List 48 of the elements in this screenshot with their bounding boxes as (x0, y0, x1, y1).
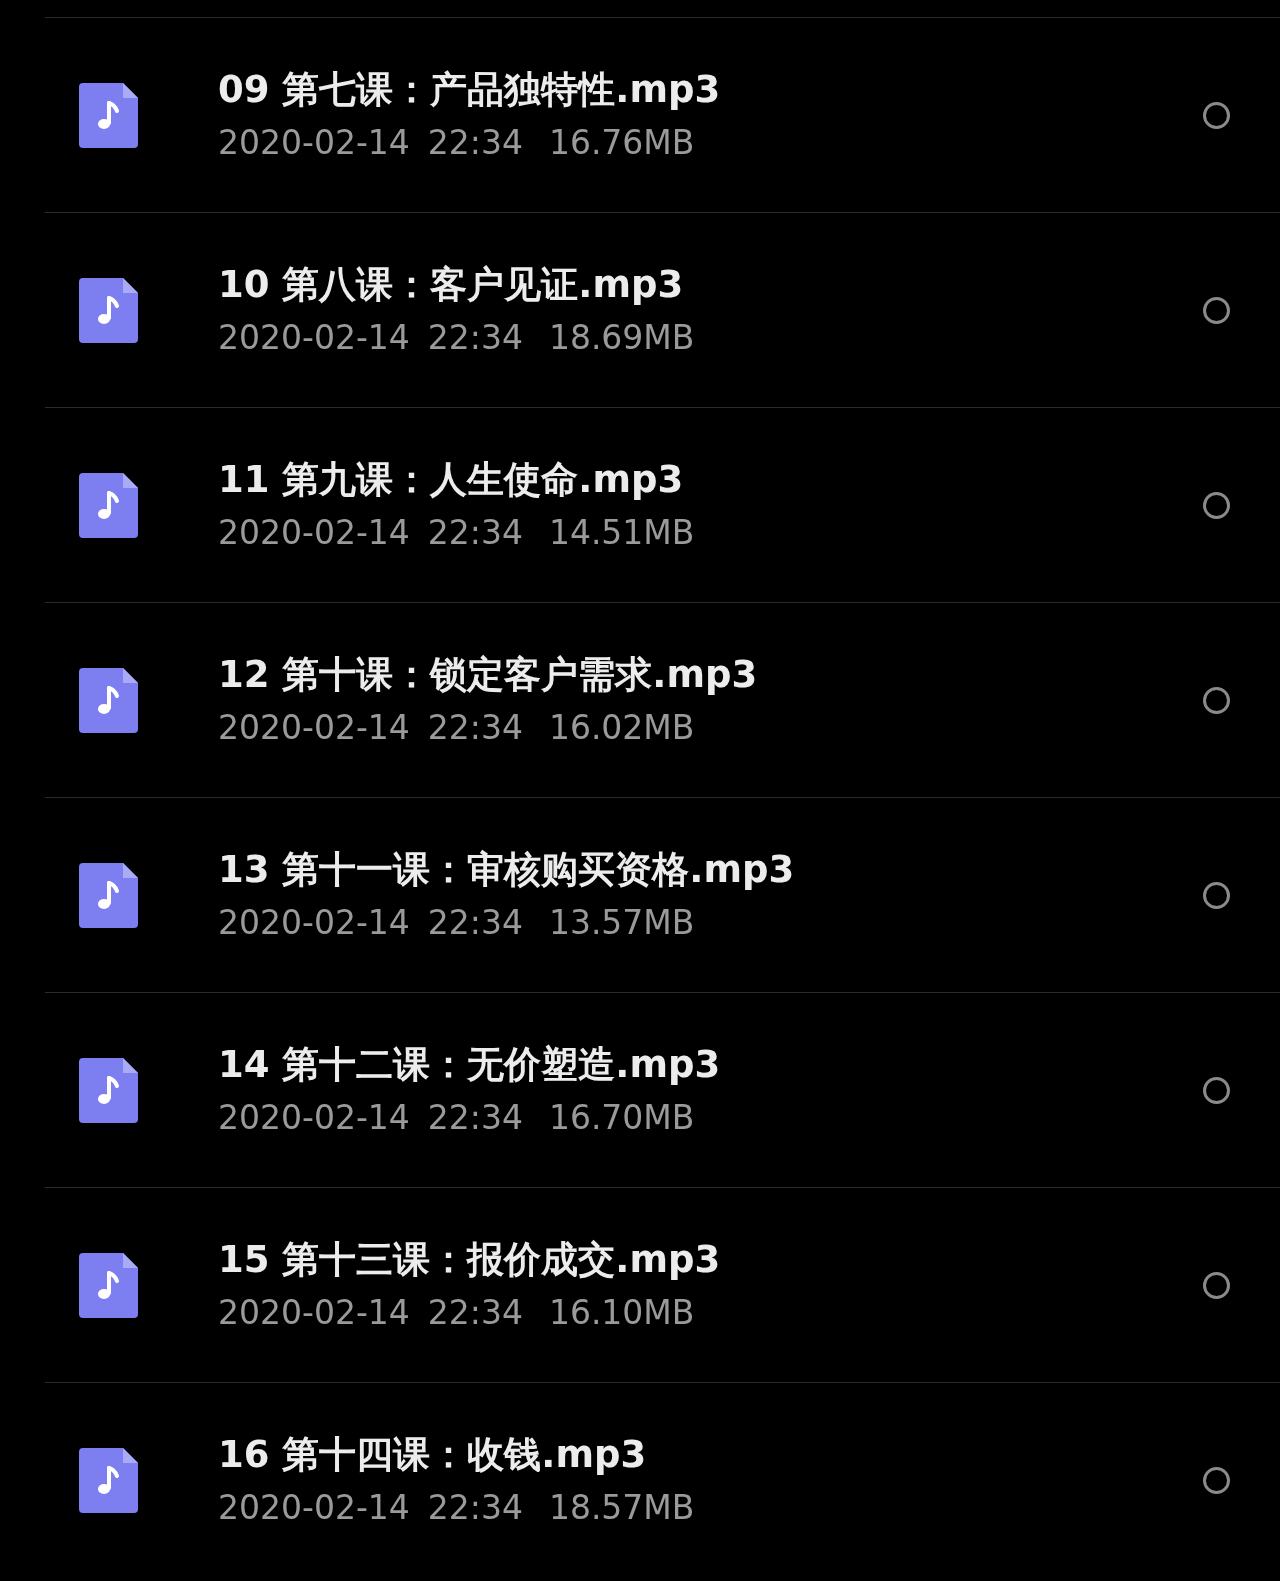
file-date: 2020-02-14 (218, 706, 410, 748)
music-file-icon (79, 472, 138, 538)
file-date: 2020-02-14 (218, 316, 410, 358)
file-size: 16.10MB (548, 1291, 695, 1333)
file-date: 2020-02-14 (218, 1291, 410, 1333)
file-size: 16.70MB (548, 1096, 695, 1138)
file-name[interactable]: 10 第八课：客户见证.mp3 (218, 262, 1203, 309)
file-name[interactable]: 16 第十四课：收钱.mp3 (218, 1432, 1203, 1479)
music-file-icon (79, 1447, 138, 1513)
file-time: 22:34 (427, 1486, 523, 1528)
file-name[interactable]: 15 第十三课：报价成交.mp3 (218, 1237, 1203, 1284)
music-file-icon (79, 862, 138, 928)
select-radio[interactable] (1203, 296, 1230, 324)
select-radio[interactable] (1203, 1466, 1230, 1494)
file-date: 2020-02-14 (218, 1486, 410, 1528)
music-file-icon (79, 1252, 138, 1318)
file-date: 2020-02-14 (218, 511, 410, 553)
file-name[interactable]: 12 第十课：锁定客户需求.mp3 (218, 652, 1203, 699)
file-date: 2020-02-14 (218, 901, 410, 943)
file-time: 22:34 (427, 121, 523, 163)
music-file-icon (79, 1057, 138, 1123)
file-size: 14.51MB (548, 511, 695, 553)
file-date: 2020-02-14 (218, 1096, 410, 1138)
file-name[interactable]: 14 第十二课：无价塑造.mp3 (218, 1042, 1203, 1089)
file-size: 16.76MB (548, 121, 695, 163)
file-time: 22:34 (427, 706, 523, 748)
music-file-icon (79, 82, 138, 148)
file-name[interactable]: 09 第七课：产品独特性.mp3 (218, 67, 1203, 114)
music-file-icon (79, 277, 138, 343)
select-radio[interactable] (1203, 1271, 1230, 1299)
file-time: 22:34 (427, 1291, 523, 1333)
file-size: 18.69MB (548, 316, 695, 358)
file-time: 22:34 (427, 1096, 523, 1138)
file-size: 16.02MB (548, 706, 695, 748)
music-file-icon (79, 667, 138, 733)
file-size: 18.57MB (548, 1486, 695, 1528)
select-radio[interactable] (1203, 101, 1230, 129)
file-date: 2020-02-14 (218, 121, 410, 163)
select-radio[interactable] (1203, 491, 1230, 519)
file-name[interactable]: 11 第九课：人生使命.mp3 (218, 457, 1203, 504)
select-radio[interactable] (1203, 686, 1230, 714)
select-radio[interactable] (1203, 1076, 1230, 1104)
file-time: 22:34 (427, 901, 523, 943)
file-size: 13.57MB (548, 901, 695, 943)
select-radio[interactable] (1203, 881, 1230, 909)
file-time: 22:34 (427, 316, 523, 358)
file-name[interactable]: 13 第十一课：审核购买资格.mp3 (218, 847, 1203, 894)
file-time: 22:34 (427, 511, 523, 553)
